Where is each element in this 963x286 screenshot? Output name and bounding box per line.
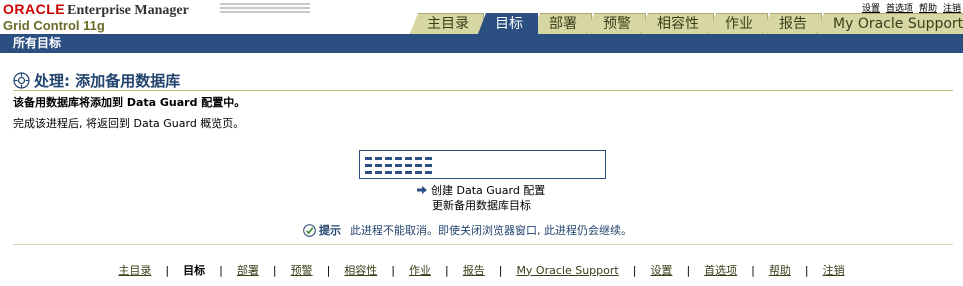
current-step-label: 创建 Data Guard 配置	[431, 184, 546, 197]
footer-link-alerts[interactable]: 预警	[291, 262, 313, 278]
tip-message: 提示 此进程不能取消。即使关闭浏览器窗口, 此进程仍会继续。	[303, 222, 632, 238]
oracle-logo: ORACLE	[3, 1, 66, 17]
footer-link-settings[interactable]: 设置	[650, 262, 672, 278]
main-tabs: 主目录 目标 部署 预警 相容性 作业 报告 My Oracle Support	[410, 13, 963, 34]
tab-targets[interactable]: 目标	[478, 13, 538, 34]
product-name: Enterprise Manager	[67, 3, 189, 18]
progress-indicator	[359, 150, 606, 179]
footer-separator: |	[445, 263, 449, 277]
brand-decoration	[220, 3, 310, 15]
progress-blocks	[365, 157, 435, 174]
process-heading: 该备用数据库将添加到 Data Guard 配置中。	[13, 96, 246, 109]
check-icon	[303, 223, 316, 237]
footer-divider	[13, 244, 953, 245]
footer-link-jobs[interactable]: 作业	[409, 262, 431, 278]
tab-reports[interactable]: 报告	[762, 13, 822, 34]
footer-separator: |	[219, 263, 223, 277]
footer-separator: |	[165, 263, 170, 277]
footer-link-logout[interactable]: 注销	[823, 262, 845, 278]
next-step-label: 更新备用数据库目标	[432, 199, 531, 212]
footer-link-compliance[interactable]: 相容性	[344, 262, 377, 278]
current-step: 创建 Data Guard 配置	[416, 182, 545, 198]
page-title: 处理: 添加备用数据库	[13, 70, 180, 91]
oracle-brand: ORACLE Enterprise Manager Grid Control 11…	[3, 1, 189, 33]
footer-link-deployments[interactable]: 部署	[237, 262, 259, 278]
process-description: 完成该进程后, 将返回到 Data Guard 概览页。	[13, 117, 245, 130]
footer-link-home[interactable]: 主目录	[118, 262, 151, 278]
footer-separator: |	[391, 263, 395, 277]
tab-home[interactable]: 主目录	[410, 13, 484, 34]
footer-separator: |	[272, 263, 277, 277]
tab-deployments[interactable]: 部署	[532, 13, 592, 34]
footer-separator: |	[632, 263, 637, 277]
footer-separator: |	[326, 263, 331, 277]
title-divider	[13, 90, 953, 91]
sub-navigation-bar: 所有目标	[0, 34, 963, 53]
tab-jobs[interactable]: 作业	[708, 13, 768, 34]
footer-separator: |	[751, 263, 755, 277]
tip-text: 此进程不能取消。即使关闭浏览器窗口, 此进程仍会继续。	[350, 224, 632, 237]
subnav-all-targets[interactable]: 所有目标	[0, 36, 61, 50]
tip-label: 提示	[319, 224, 341, 237]
arrow-right-icon	[417, 186, 427, 194]
footer-link-my-oracle-support[interactable]: My Oracle Support	[516, 264, 618, 277]
processing-icon	[13, 72, 30, 89]
footer-links: 主目录 | 目标 | 部署 | 预警 | 相容性 | 作业 | 报告 | My Oracle …	[0, 262, 963, 278]
tab-my-oracle-support[interactable]: My Oracle Support	[816, 13, 963, 34]
tab-compliance[interactable]: 相容性	[640, 13, 714, 34]
product-subtitle: Grid Control 11g	[3, 18, 105, 33]
footer-link-targets[interactable]: 目标	[183, 262, 205, 278]
footer-separator: |	[686, 263, 691, 277]
page-title-text: 处理: 添加备用数据库	[34, 72, 181, 90]
tab-alerts[interactable]: 预警	[586, 13, 646, 34]
footer-link-help[interactable]: 帮助	[769, 262, 791, 278]
footer-link-preferences[interactable]: 首选项	[704, 262, 737, 278]
footer-link-reports[interactable]: 报告	[463, 262, 485, 278]
footer-separator: |	[498, 263, 503, 277]
footer-separator: |	[804, 263, 809, 277]
